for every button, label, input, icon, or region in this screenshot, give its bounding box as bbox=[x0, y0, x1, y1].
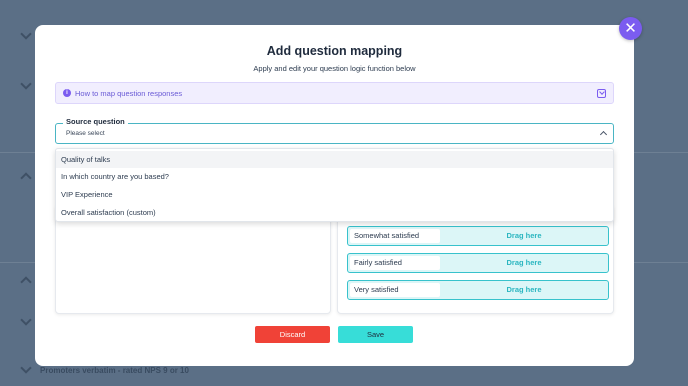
save-button[interactable]: Save bbox=[338, 326, 413, 343]
dropdown-option[interactable]: Quality of talks bbox=[56, 151, 613, 168]
modal-subtitle: Apply and edit your question logic funct… bbox=[253, 64, 416, 73]
drop-zone[interactable]: Drag here bbox=[440, 227, 608, 245]
mapping-row: Fairly satisfied Drag here bbox=[347, 253, 609, 273]
mapping-row: Very satisfied Drag here bbox=[347, 280, 609, 300]
add-question-mapping-modal: Add question mapping Apply and edit your… bbox=[35, 25, 634, 366]
response-label: Somewhat satisfied bbox=[350, 229, 440, 243]
dropdown-option[interactable]: VIP Experience bbox=[56, 186, 613, 203]
select-placeholder: Please select bbox=[66, 130, 105, 137]
chevron-down-icon bbox=[20, 78, 32, 90]
drop-zone[interactable]: Drag here bbox=[440, 281, 608, 299]
chevron-up-icon bbox=[599, 130, 608, 139]
chevron-down-icon bbox=[20, 28, 32, 40]
chevron-up-icon bbox=[20, 172, 32, 184]
source-question-label: Source question bbox=[63, 117, 128, 126]
source-question-select[interactable]: Please select bbox=[55, 123, 614, 144]
source-question-dropdown: Quality of talks In which country are yo… bbox=[55, 148, 614, 222]
chevron-down-icon bbox=[20, 314, 32, 326]
chevron-down-icon bbox=[20, 362, 32, 374]
info-icon: i bbox=[63, 89, 71, 97]
howto-label: How to map question responses bbox=[75, 89, 183, 98]
dropdown-option[interactable]: Overall satisfaction (custom) bbox=[56, 204, 613, 221]
dropdown-option[interactable]: In which country are you based? bbox=[56, 168, 613, 185]
howto-accordion[interactable]: i How to map question responses bbox=[55, 82, 614, 104]
response-label: Fairly satisfied bbox=[350, 256, 440, 270]
expand-icon[interactable] bbox=[597, 89, 606, 98]
mapping-row: Somewhat satisfied Drag here bbox=[347, 226, 609, 246]
response-label: Very satisfied bbox=[350, 283, 440, 297]
discard-button[interactable]: Discard bbox=[255, 326, 330, 343]
modal-title: Add question mapping bbox=[266, 44, 403, 58]
drop-zone[interactable]: Drag here bbox=[440, 254, 608, 272]
background-footer-text: Promoters verbatim - rated NPS 9 or 10 bbox=[40, 366, 189, 375]
chevron-up-icon bbox=[20, 276, 32, 288]
close-icon[interactable]: ✕ bbox=[619, 17, 642, 40]
